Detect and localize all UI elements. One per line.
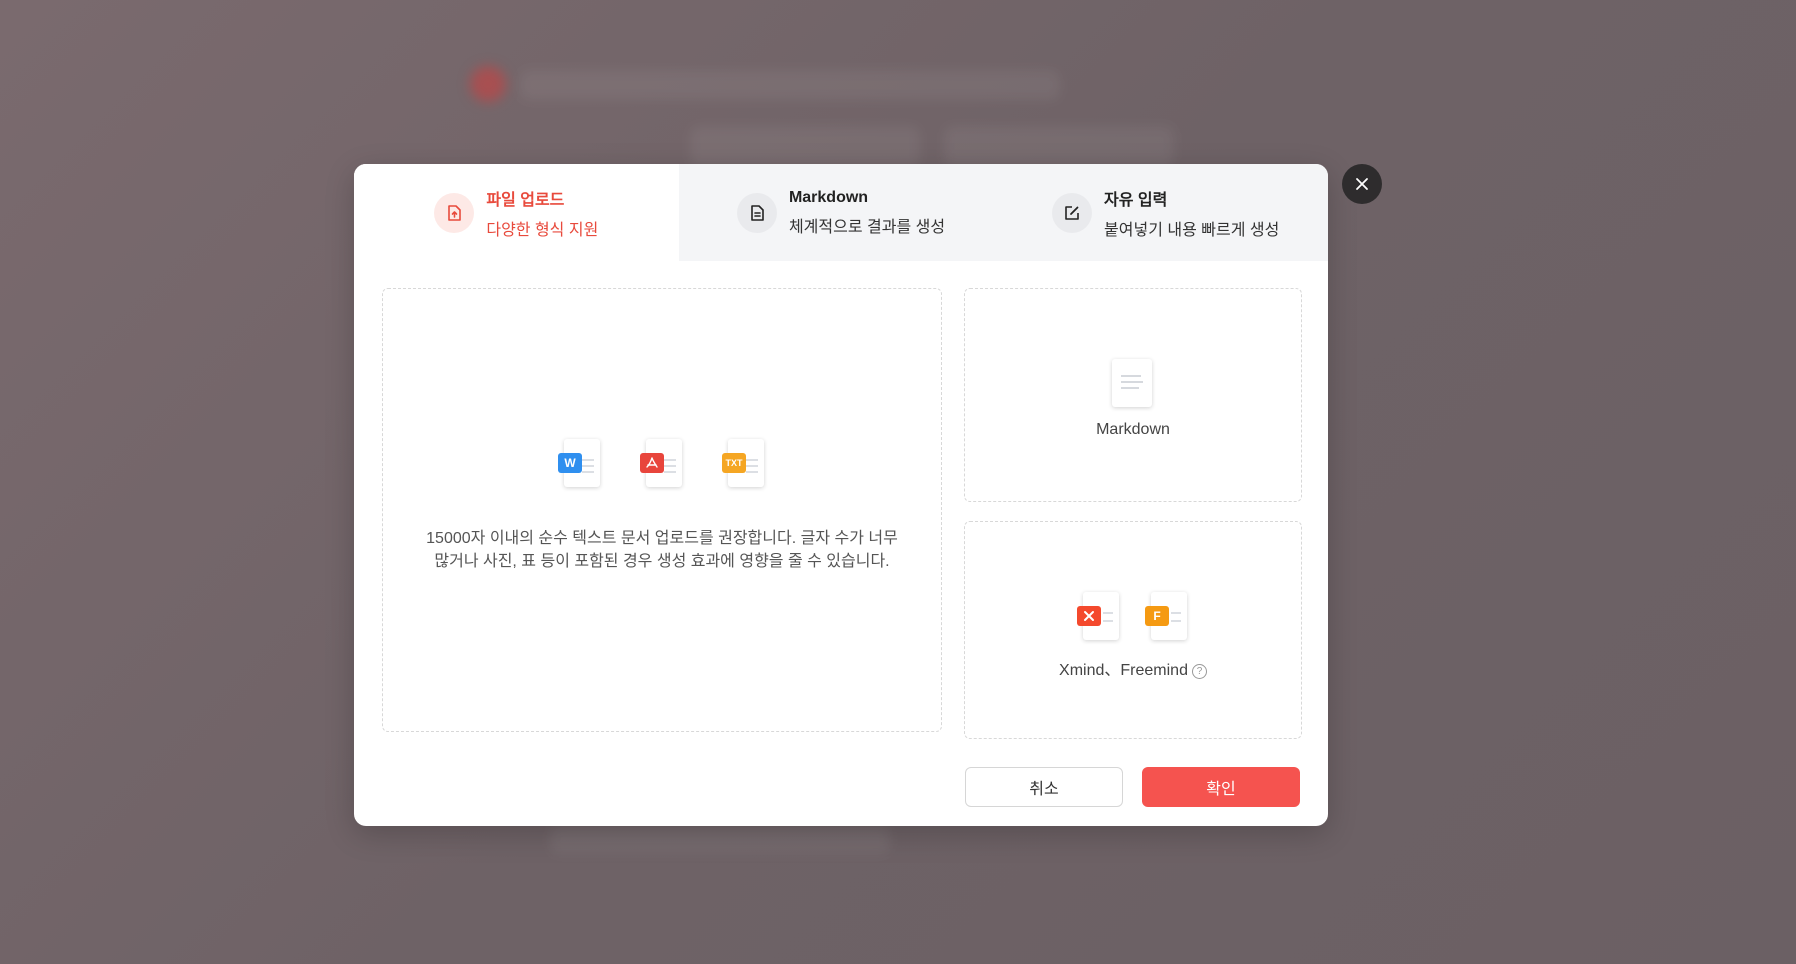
word-badge: W (558, 453, 582, 473)
txt-file-icon: TXT (722, 439, 766, 487)
xmind-file-icon (1077, 592, 1121, 640)
tab-file-upload-subtitle: 다양한 형식 지원 (486, 221, 599, 239)
tab-markdown-title: Markdown (788, 188, 869, 206)
cancel-button[interactable]: 취소 (965, 767, 1123, 807)
markdown-card[interactable]: Markdown (964, 288, 1302, 502)
tab-markdown[interactable]: Markdown 체계적으로 결과를 생성 (679, 164, 1004, 261)
freemind-badge: F (1145, 606, 1169, 626)
document-icon (736, 192, 777, 233)
markdown-file-icon (1112, 359, 1152, 407)
background-logo (470, 66, 506, 102)
mindmap-card-label-row: Xmind、Freemind? (965, 656, 1301, 680)
tab-free-input-title: 자유 입력 (1104, 191, 1168, 209)
background-footer-blur (550, 826, 890, 854)
upload-description: 15000자 이내의 순수 텍스트 문서 업로드를 권장합니다. 글자 수가 너… (426, 530, 898, 570)
background-header-blur (520, 70, 1060, 100)
word-file-icon: W (558, 439, 602, 487)
background-card-blur (690, 126, 920, 166)
tab-file-upload-title: 파일 업로드 (486, 191, 565, 209)
import-tabs: 파일 업로드 다양한 형식 지원 Markdown 체계적으로 결과를 생성 자… (354, 164, 1328, 261)
txt-badge: TXT (722, 453, 746, 473)
markdown-card-label: Markdown (1096, 421, 1170, 438)
freemind-file-icon: F (1145, 592, 1189, 640)
close-button[interactable] (1342, 164, 1382, 204)
file-upload-dropzone[interactable]: W TXT 15000자 이내의 순수 텍스트 문서 업로드를 권장합니다. 글… (382, 288, 942, 732)
edit-icon (1052, 192, 1093, 233)
mindmap-file-icons: F (965, 592, 1301, 640)
mindmap-card[interactable]: F Xmind、Freemind? (964, 521, 1302, 739)
import-modal: 파일 업로드 다양한 형식 지원 Markdown 체계적으로 결과를 생성 자… (354, 164, 1328, 826)
file-upload-icon (434, 192, 475, 233)
supported-file-icons: W TXT (383, 439, 941, 487)
xmind-badge (1077, 606, 1101, 626)
tab-markdown-subtitle: 체계적으로 결과를 생성 (788, 218, 946, 236)
confirm-button[interactable]: 확인 (1142, 767, 1300, 807)
mindmap-card-label: Xmind、Freemind (1059, 662, 1188, 679)
tab-free-input[interactable]: 자유 입력 붙여넣기 내용 빠르게 생성 (1003, 164, 1328, 261)
tab-free-input-subtitle: 붙여넣기 내용 빠르게 생성 (1104, 221, 1280, 239)
pdf-file-icon (640, 439, 684, 487)
tab-file-upload[interactable]: 파일 업로드 다양한 형식 지원 (354, 164, 679, 261)
help-icon[interactable]: ? (1191, 664, 1207, 679)
close-icon (1356, 178, 1368, 190)
pdf-badge (640, 453, 664, 473)
background-card-blur (944, 126, 1174, 166)
